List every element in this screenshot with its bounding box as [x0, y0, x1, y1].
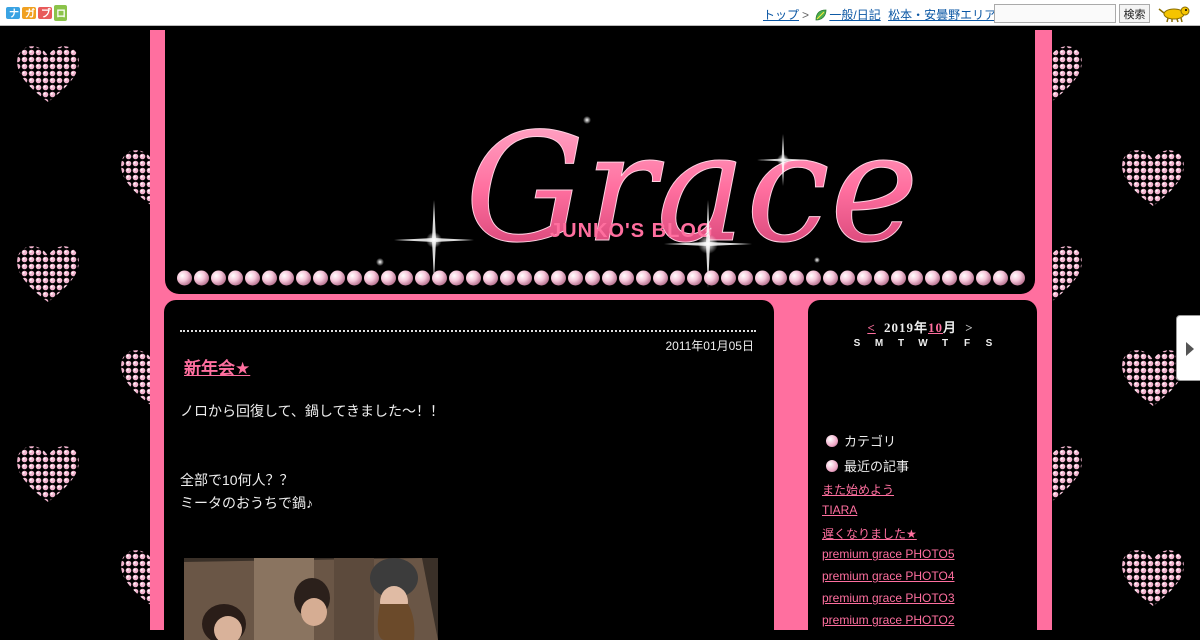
- heart-icon: [17, 446, 79, 502]
- calendar-weekdays: SMTWTFS: [846, 338, 1000, 349]
- svg-text:ロ: ロ: [56, 9, 66, 20]
- sidebar: < 2019年10月 > S M T W T F S カテゴリ 最近の記事 また始めよう T…: [808, 300, 1037, 640]
- heart-icon: [17, 246, 79, 302]
- calendar-header: < 2019年10月 >: [808, 317, 1037, 336]
- post-text-line: ミータのおうちで鍋♪: [180, 495, 313, 511]
- svg-text:ブ: ブ: [41, 7, 51, 20]
- gem-icon: [826, 435, 838, 447]
- weekday-label: M: [874, 338, 884, 349]
- weekday-label: S: [985, 338, 993, 349]
- category-heading: カテゴリ: [826, 431, 896, 450]
- recent-post-link[interactable]: premium grace PHOTO4: [822, 569, 955, 583]
- recent-post-link[interactable]: また始めよう: [822, 481, 894, 498]
- blog-header[interactable]: Grace JUNKO'S BLOG: [165, 30, 1035, 294]
- breadcrumb: トップ > 一般/日記 松本・安曇野エリア: [763, 6, 996, 23]
- recent-post-link[interactable]: premium grace PHOTO5: [822, 547, 955, 561]
- recent-post-link[interactable]: 遅くなりました★: [822, 525, 917, 542]
- search-button[interactable]: 検索: [1119, 4, 1150, 23]
- leaf-icon: [815, 9, 827, 21]
- divider: [180, 330, 756, 332]
- post-date: 2011年01月05日: [665, 339, 754, 353]
- top-navigation-bar: ナ ガ ブ ロ トップ > 一般/日記 松本・安曇野エリア 検索: [0, 0, 1200, 26]
- chevron-right-icon: [1186, 342, 1194, 356]
- heart-icon: [17, 46, 79, 102]
- weekday-label: T: [941, 338, 949, 349]
- calendar-prev-link[interactable]: <: [867, 320, 875, 335]
- breadcrumb-top-link[interactable]: トップ: [763, 8, 799, 22]
- blog-title-logo: Grace JUNKO'S BLOG: [376, 102, 919, 288]
- svg-text:ガ: ガ: [25, 7, 35, 20]
- weekday-label: W: [918, 338, 928, 349]
- heart-icon: [1122, 150, 1184, 206]
- category-link[interactable]: 一般/日記: [829, 8, 880, 22]
- blog-title: Grace: [465, 102, 919, 276]
- weekday-label: S: [853, 338, 861, 349]
- recent-post-link[interactable]: premium grace PHOTO3: [822, 591, 955, 605]
- post-title-link[interactable]: 新年会★: [184, 354, 250, 379]
- party-photo-image: [184, 558, 438, 640]
- post-text-line: 全部で10何人？？: [180, 472, 294, 488]
- breadcrumb-separator: >: [802, 8, 810, 22]
- gem-icon: [826, 460, 838, 472]
- recent-heading: 最近の記事: [826, 456, 909, 475]
- side-panel-toggle[interactable]: [1176, 315, 1200, 381]
- site-logo[interactable]: ナ ガ ブ ロ: [6, 3, 68, 23]
- weekday-label: F: [963, 338, 971, 349]
- calendar-month-link[interactable]: 10: [928, 320, 943, 335]
- calendar-year: 2019年: [883, 320, 928, 335]
- bead-divider: [176, 270, 1026, 286]
- heart-icon: [1122, 550, 1184, 606]
- weekday-label: T: [897, 338, 905, 349]
- calendar-next[interactable]: >: [965, 320, 973, 335]
- search-input[interactable]: [994, 4, 1116, 23]
- recent-heading-label: 最近の記事: [844, 459, 910, 474]
- calendar-month-suffix: 月: [943, 320, 958, 335]
- logo-icon: ナ ガ ブ ロ: [6, 5, 67, 21]
- area-link[interactable]: 松本・安曇野エリア: [888, 8, 996, 22]
- post-text-line: ノロから回復して、鍋してきました～！！: [180, 403, 445, 419]
- blog-subtitle: JUNKO'S BLOG: [550, 220, 713, 242]
- post-photo[interactable]: [184, 558, 438, 640]
- recent-post-link[interactable]: TIARA: [822, 503, 857, 517]
- category-heading-label: カテゴリ: [844, 434, 897, 449]
- recent-post-link[interactable]: premium grace PHOTO2: [822, 613, 955, 627]
- svg-text:ナ: ナ: [9, 8, 19, 20]
- main-content: 2011年01月05日 新年会★ ノロから回復して、鍋してきました～！！ 全部で…: [164, 300, 774, 640]
- mascot-icon[interactable]: [1158, 3, 1192, 23]
